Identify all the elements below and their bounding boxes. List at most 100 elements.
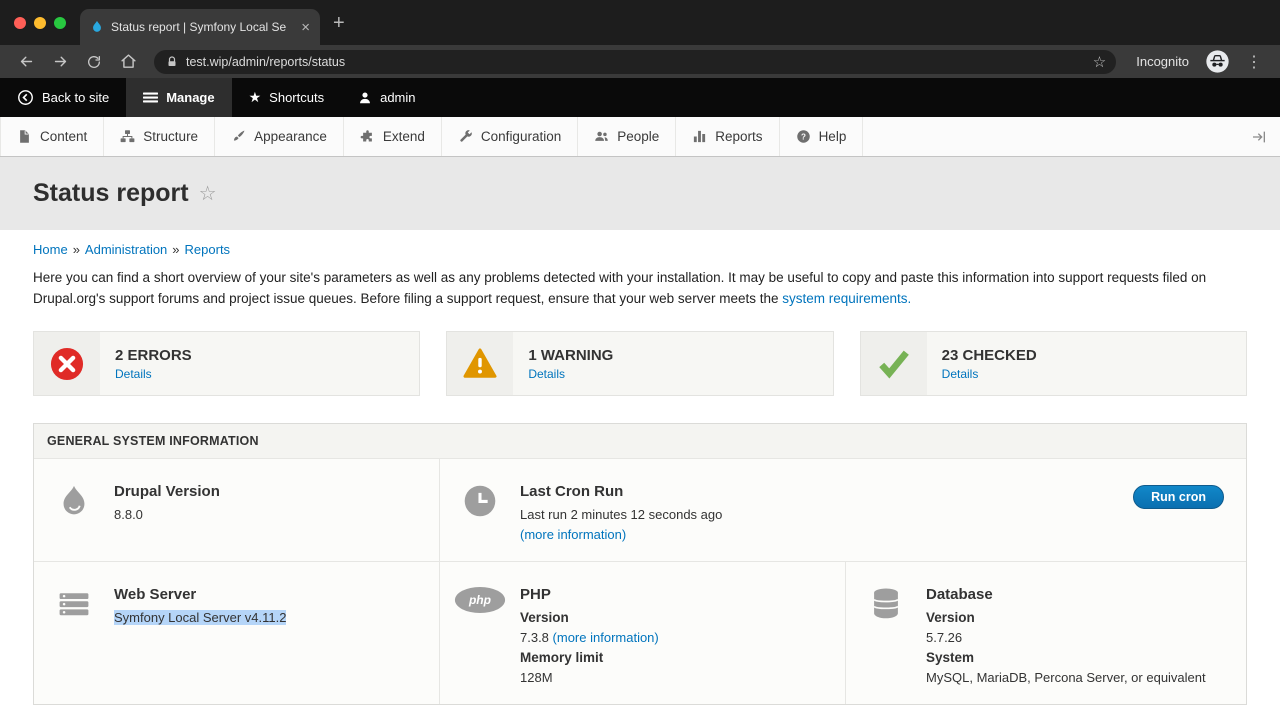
errors-count: 2 ERRORS [115,347,192,364]
home-icon[interactable] [114,49,142,75]
php-more-info-link[interactable]: (more information) [553,630,659,645]
drupal-version-title: Drupal Version [114,483,423,500]
cron-cell: Last Cron Run Last run 2 minutes 12 seco… [439,459,1246,561]
manage-tab[interactable]: Manage [126,78,231,117]
menu-item-structure[interactable]: Structure [104,117,215,156]
menu-label: Structure [143,129,198,144]
warnings-card-body: 1 WARNING Details [513,332,613,395]
back-to-site-link[interactable]: Back to site [0,78,126,117]
back-to-site-label: Back to site [42,90,109,105]
window-zoom-button[interactable] [54,17,66,29]
menu-item-appearance[interactable]: Appearance [215,117,344,156]
menu-item-reports[interactable]: Reports [676,117,779,156]
sitemap-icon [120,129,135,144]
browser-menu-icon[interactable]: ⋮ [1246,52,1262,72]
errors-details-link[interactable]: Details [115,367,192,381]
system-info-header: GENERAL SYSTEM INFORMATION [34,424,1246,459]
forward-icon[interactable] [46,49,74,75]
database-system-value: MySQL, MariaDB, Percona Server, or equiv… [926,668,1230,688]
intro-paragraph: Here you can find a short overview of yo… [33,267,1247,309]
window-minimize-button[interactable] [34,17,46,29]
checked-card-body: 23 CHECKED Details [927,332,1037,395]
php-version-value: 7.3.8 [520,630,549,645]
new-tab-button[interactable]: + [333,12,345,35]
errors-card-body: 2 ERRORS Details [100,332,192,395]
reload-icon[interactable] [80,49,108,75]
database-cell: Database Version 5.7.26 System MySQL, Ma… [845,562,1246,704]
drupal-drop-icon [34,477,114,545]
people-icon [594,129,609,144]
checked-count: 23 CHECKED [942,347,1037,364]
menu-item-people[interactable]: People [578,117,676,156]
admin-menu-bar: Content Structure Appearance Extend Conf… [0,117,1280,157]
breadcrumb-separator: » [73,242,80,257]
shortcuts-star-icon: ★ [249,89,262,106]
paintbrush-icon [231,129,246,144]
system-requirements-link[interactable]: system requirements. [782,291,911,306]
tab-strip: Status report | Symfony Local Se × + [0,0,1280,45]
web-server-title: Web Server [114,586,423,603]
php-memory-value: 128M [520,668,829,688]
cron-title: Last Cron Run [520,483,1230,500]
drupal-admin-toolbar: Back to site Manage ★ Shortcuts admin [0,78,1280,117]
database-system-label: System [926,648,1230,668]
shortcuts-label: Shortcuts [269,90,324,105]
breadcrumb: Home»Administration»Reports [33,242,1247,257]
breadcrumb-administration[interactable]: Administration [85,242,167,257]
database-title: Database [926,586,1230,603]
database-version-value: 5.7.26 [926,628,1230,648]
menu-item-content[interactable]: Content [0,117,104,156]
menu-item-help[interactable]: ? Help [780,117,864,156]
checkmark-icon [861,332,927,395]
clock-icon [440,477,520,545]
menu-label: Appearance [254,129,327,144]
checked-details-link[interactable]: Details [942,367,1037,381]
favorite-star-icon[interactable]: ☆ [199,181,217,206]
window-close-button[interactable] [14,17,26,29]
breadcrumb-home[interactable]: Home [33,242,68,257]
url-text: test.wip/admin/reports/status [186,55,1085,69]
manage-label: Manage [166,90,214,105]
system-info-row-2: Web Server Symfony Local Server v4.11.2 … [34,561,1246,704]
web-server-value: Symfony Local Server v4.11.2 [114,610,286,625]
status-summary-cards: 2 ERRORS Details 1 WARNING Details 23 CH… [33,331,1247,396]
errors-card: 2 ERRORS Details [33,331,420,396]
back-icon[interactable] [12,49,40,75]
tab-close-icon[interactable]: × [301,20,310,35]
bookmark-star-icon[interactable]: ☆ [1093,53,1106,71]
browser-toolbar: test.wip/admin/reports/status ☆ Incognit… [0,45,1280,78]
toolbar-collapse-icon[interactable] [1246,125,1272,149]
shortcuts-tab[interactable]: ★ Shortcuts [232,78,341,117]
drupal-version-cell: Drupal Version 8.8.0 [34,459,439,561]
user-icon [358,91,372,105]
incognito-icon [1205,49,1230,74]
address-bar[interactable]: test.wip/admin/reports/status ☆ [154,50,1116,74]
breadcrumb-reports[interactable]: Reports [185,242,231,257]
warnings-details-link[interactable]: Details [528,367,613,381]
php-body: PHP Version 7.3.8 (more information) Mem… [520,580,845,688]
warnings-count: 1 WARNING [528,347,613,364]
menu-label: Reports [715,129,762,144]
user-label: admin [380,90,415,105]
cron-last-run: Last run 2 minutes 12 seconds ago [520,505,1230,525]
database-version-label: Version [926,608,1230,628]
puzzle-icon [360,129,375,144]
menu-item-configuration[interactable]: Configuration [442,117,578,156]
cron-more-info-link[interactable]: (more information) [520,527,626,542]
document-icon [17,129,32,144]
run-cron-button[interactable]: Run cron [1133,485,1224,509]
menu-item-extend[interactable]: Extend [344,117,442,156]
incognito-label: Incognito [1136,54,1189,69]
web-server-body: Web Server Symfony Local Server v4.11.2 [114,580,439,688]
database-icon [846,580,926,688]
window-controls [14,17,66,29]
svg-text:?: ? [801,132,806,141]
web-server-cell: Web Server Symfony Local Server v4.11.2 [34,562,439,704]
warning-icon [447,332,513,395]
user-menu[interactable]: admin [341,78,432,117]
back-to-site-icon [17,89,34,106]
php-title: PHP [520,586,829,603]
browser-tab[interactable]: Status report | Symfony Local Se × [80,9,320,45]
menu-label: Extend [383,129,425,144]
database-body: Database Version 5.7.26 System MySQL, Ma… [926,580,1246,688]
